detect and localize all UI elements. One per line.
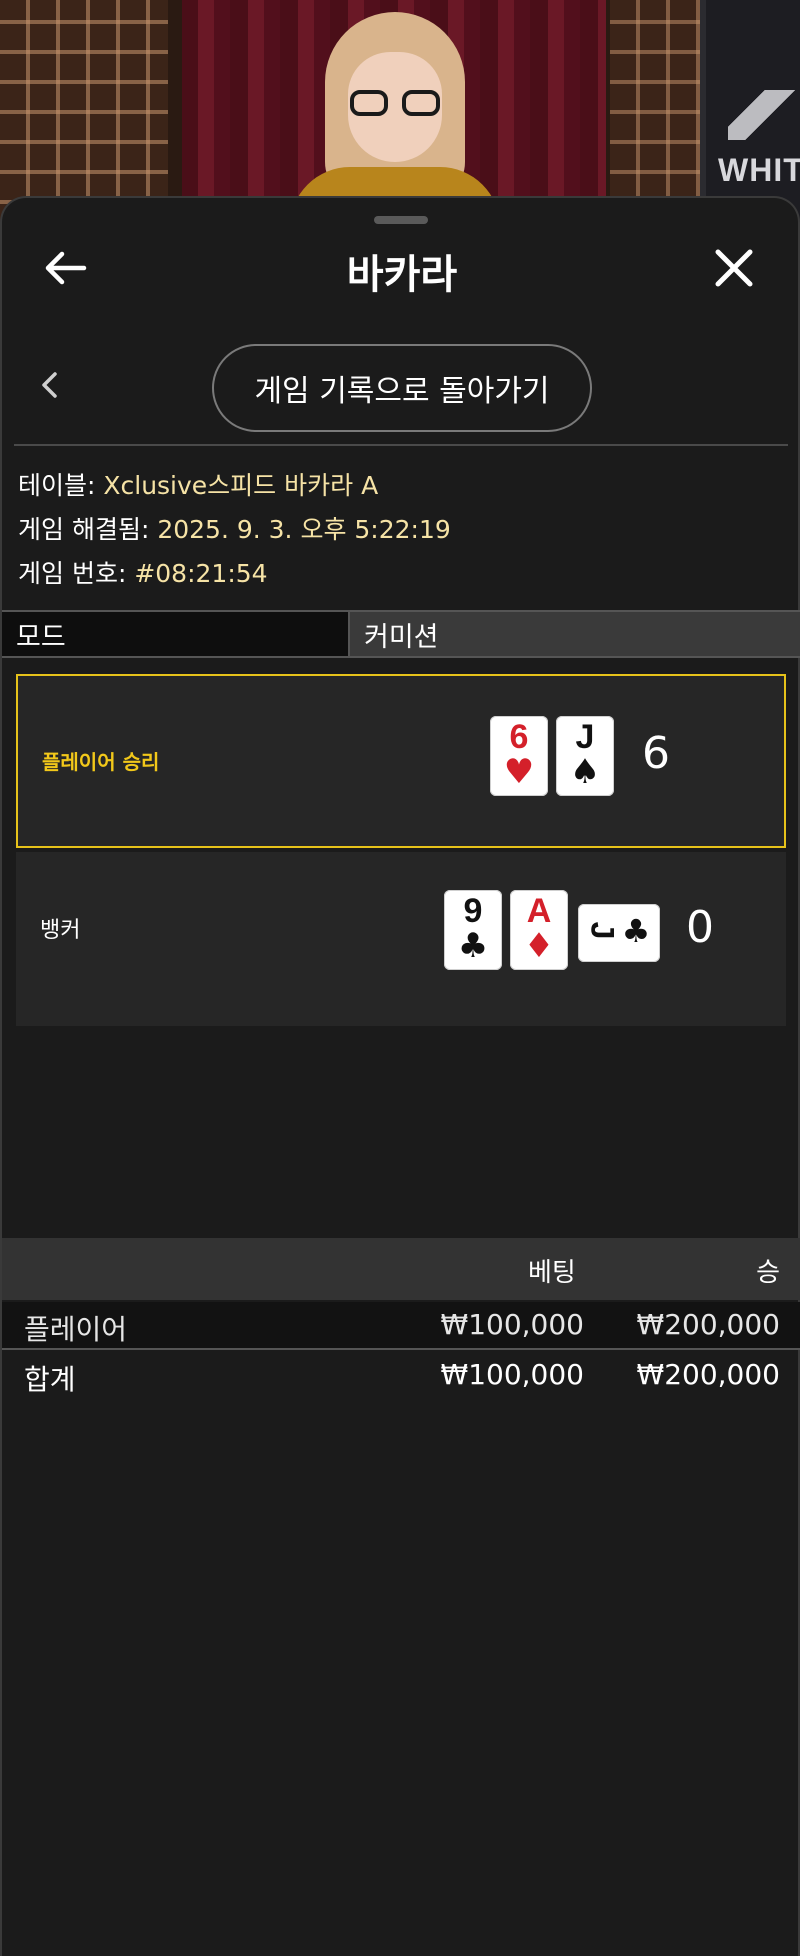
row-label: 플레이어 — [24, 1313, 128, 1346]
spade-suit-icon: ♠ — [569, 752, 601, 792]
diamond-suit-icon: ♦ — [523, 926, 555, 966]
win-column-header: 승 — [756, 1258, 780, 1288]
club-suit-icon: ♣ — [457, 926, 489, 966]
table-info: 테이블: Xclusive스피드 바카라 A — [18, 466, 378, 502]
back-to-history-button[interactable]: 게임 기록으로 돌아가기 — [212, 344, 592, 432]
divider — [14, 444, 788, 446]
game-number-value: #08:21:54 — [134, 559, 268, 588]
page-title: 바카라 — [346, 252, 458, 298]
bet-column-header: 베팅 — [528, 1258, 576, 1288]
playing-card: J ♠ — [556, 716, 614, 796]
card-rank: J — [584, 921, 621, 940]
heart-suit-icon: ♥ — [503, 752, 535, 792]
total-win: ₩200,000 — [636, 1358, 780, 1391]
brand-logo-icon — [728, 90, 800, 140]
resolved-value: 2025. 9. 3. 오후 5:22:19 — [157, 515, 451, 544]
tab-commission[interactable]: 커미션 — [350, 612, 800, 656]
playing-card: A ♦ — [510, 890, 568, 970]
sheet-grab-handle[interactable] — [374, 216, 428, 224]
total-bet: ₩100,000 — [440, 1358, 584, 1391]
total-label: 합계 — [24, 1363, 76, 1396]
banker-result-label: 뱅커 — [40, 918, 81, 943]
player-score: 6 — [642, 728, 670, 779]
resolved-info: 게임 해결됨: 2025. 9. 3. 오후 5:22:19 — [18, 510, 451, 546]
banker-score: 0 — [686, 902, 714, 953]
game-detail-panel: 바카라 게임 기록으로 돌아가기 테이블: Xclusive스피드 바카라 A … — [0, 196, 800, 1956]
playing-card-rotated: J ♣ — [578, 904, 660, 962]
row-win: ₩200,000 — [636, 1308, 780, 1341]
game-number-label: 게임 번호: — [18, 559, 135, 588]
back-arrow-icon[interactable] — [44, 250, 88, 286]
playing-card: 9 ♣ — [444, 890, 502, 970]
player-result-label: 플레이어 승리 — [42, 750, 160, 774]
total-row: 합계 ₩100,000 ₩200,000 — [2, 1352, 800, 1400]
game-number-info: 게임 번호: #08:21:54 — [18, 554, 268, 590]
playing-card: 6 ♥ — [490, 716, 548, 796]
table-label: 테이블: — [18, 471, 104, 500]
resolved-label: 게임 해결됨: — [18, 515, 158, 544]
club-suit-icon: ♣ — [621, 912, 651, 950]
table-row: 플레이어 ₩100,000 ₩200,000 — [2, 1302, 800, 1350]
bet-table-header: 베팅 승 — [2, 1238, 800, 1300]
close-icon[interactable] — [714, 248, 754, 288]
tabs: 모드 커미션 — [2, 610, 800, 658]
brand-sign-text: WHITE — [718, 152, 800, 188]
tab-mode[interactable]: 모드 — [2, 612, 350, 656]
chevron-left-icon[interactable] — [38, 370, 60, 400]
banker-result: 뱅커 9 ♣ A ♦ J ♣ 0 — [16, 852, 786, 1026]
player-result: 플레이어 승리 6 ♥ J ♠ 6 — [16, 674, 786, 848]
row-bet: ₩100,000 — [440, 1308, 584, 1341]
table-value: Xclusive스피드 바카라 A — [103, 471, 379, 500]
